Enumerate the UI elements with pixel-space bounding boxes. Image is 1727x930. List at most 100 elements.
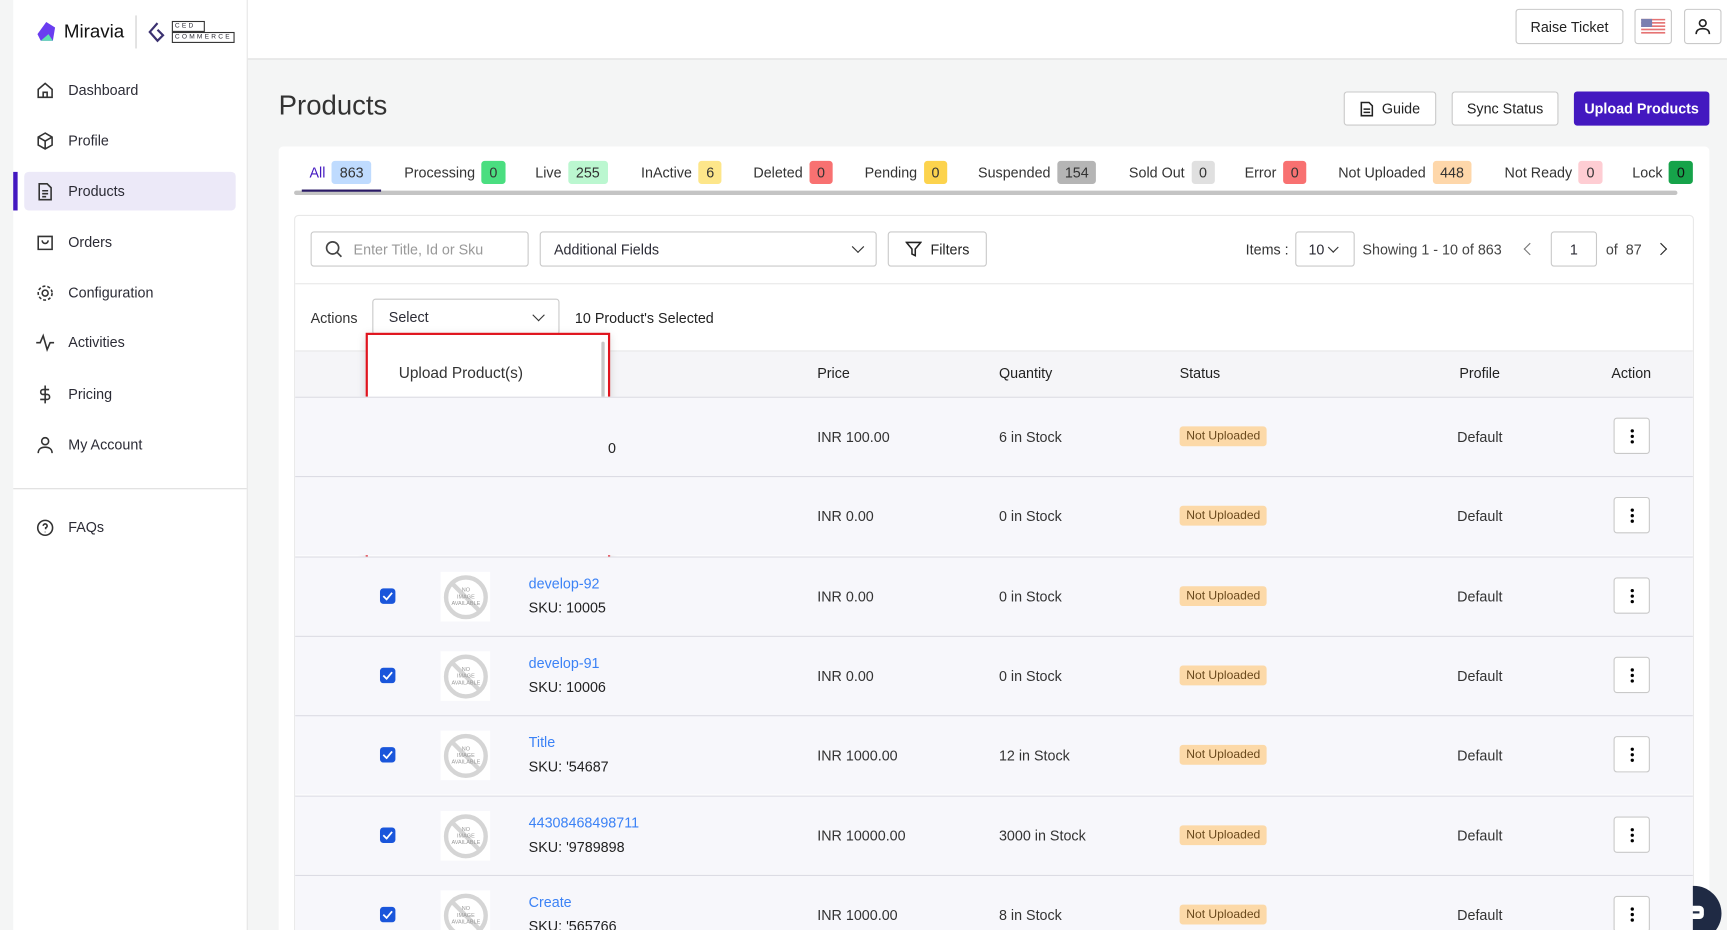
tab-count-badge: 6 (698, 160, 722, 185)
tab-all[interactable]: All 863 (309, 160, 372, 185)
actions-select[interactable]: Select (372, 298, 560, 335)
tab-label: Deleted (753, 164, 803, 181)
product-profile: Default (1457, 588, 1503, 605)
row-action-button[interactable] (1613, 577, 1650, 614)
active-tab-underline (301, 189, 382, 192)
svg-text:NO: NO (461, 667, 470, 673)
row-action-button[interactable] (1613, 496, 1650, 534)
row-action-button[interactable] (1613, 736, 1650, 773)
check-icon (382, 910, 393, 919)
status-badge: Not Uploaded (1179, 426, 1267, 447)
tab-live[interactable]: Live 255 (535, 160, 608, 185)
search-input[interactable]: Enter Title, Id or Sku (310, 231, 529, 267)
row-action-button[interactable] (1613, 417, 1650, 454)
dollar-icon (39, 385, 51, 403)
product-title-link[interactable]: develop-92 (529, 575, 600, 592)
document-icon (38, 182, 52, 200)
row-checkbox[interactable] (379, 747, 396, 763)
upload-products-button[interactable]: Upload Products (1573, 91, 1710, 126)
brand-name: Miravia (63, 20, 125, 42)
tab-lock[interactable]: Lock 0 (1632, 160, 1693, 185)
sidebar-item-products[interactable]: Products (24, 171, 236, 211)
more-vertical-icon (1630, 667, 1634, 683)
more-vertical-icon (1630, 747, 1634, 762)
account-button[interactable] (1684, 8, 1722, 45)
sidebar-item-pricing[interactable]: Pricing (24, 375, 235, 414)
tab-error[interactable]: Error 0 (1245, 160, 1307, 185)
header-price: Price (817, 364, 850, 382)
menu-item[interactable]: Upload Product(s) (399, 364, 523, 382)
tab-count-badge: 0 (1669, 160, 1693, 185)
svg-text:IMAGE: IMAGE (456, 673, 474, 679)
sidebar-item-label: Products (68, 182, 125, 200)
tab-not-ready[interactable]: Not Ready 0 (1504, 160, 1603, 185)
product-title-link[interactable]: develop-91 (529, 655, 600, 672)
product-price: INR 1000.00 (817, 906, 898, 924)
language-button[interactable] (1634, 8, 1672, 45)
tab-pending[interactable]: Pending 0 (865, 160, 948, 185)
product-sku: SKU: 10006 (528, 678, 606, 696)
tab-label: All (309, 164, 326, 181)
bag-icon (37, 235, 53, 250)
row-action-button[interactable] (1613, 895, 1650, 930)
sidebar-item-faqs[interactable]: FAQs (24, 508, 235, 547)
row-checkbox[interactable] (379, 588, 396, 604)
row-checkbox[interactable] (379, 827, 396, 843)
selected-count: 10 Product's Selected (574, 309, 714, 327)
sidebar-item-activities[interactable]: Activities (24, 323, 235, 362)
help-circle-icon (36, 519, 54, 536)
tab-not-uploaded[interactable]: Not Uploaded 448 (1338, 160, 1472, 185)
raise-ticket-button[interactable]: Raise Ticket (1515, 8, 1624, 45)
row-checkbox[interactable] (379, 906, 396, 923)
tab-processing[interactable]: Processing 0 (404, 160, 506, 185)
product-title-link[interactable]: Title (529, 734, 556, 751)
sidebar-item-label: Orders (68, 233, 113, 251)
tabs-scrollbar[interactable] (294, 190, 1678, 196)
guide-label: Guide (1381, 100, 1421, 117)
row-checkbox[interactable] (379, 667, 396, 684)
header-profile: Profile (1459, 364, 1500, 382)
product-price: INR 0.00 (817, 588, 874, 605)
tab-deleted[interactable]: Deleted 0 (753, 160, 833, 185)
status-badge: Not Uploaded (1179, 505, 1267, 526)
svg-text:AVAILABLE: AVAILABLE (451, 600, 480, 606)
sync-status-button[interactable]: Sync Status (1451, 91, 1559, 126)
tab-label: InActive (641, 164, 692, 181)
logo: Miravia CED COMMERCE (35, 15, 236, 49)
row-action-button[interactable] (1613, 656, 1650, 694)
sidebar-item-label: Configuration (68, 284, 154, 301)
tab-sold-out[interactable]: Sold Out 0 (1129, 160, 1215, 185)
product-title-link[interactable]: 44308468498711 (529, 814, 639, 831)
svg-text:NO: NO (461, 826, 470, 832)
home-icon (37, 81, 53, 98)
tab-inactive[interactable]: InActive 6 (641, 160, 722, 185)
sidebar-item-label: Profile (68, 132, 109, 149)
items-per-page-select[interactable]: 10 (1295, 231, 1355, 267)
product-sku: SKU: '565766 (528, 917, 617, 930)
page-input[interactable]: 1 (1550, 231, 1598, 267)
tab-label: Not Ready (1504, 164, 1573, 181)
svg-text:IMAGE: IMAGE (456, 833, 474, 839)
product-quantity: 3000 in Stock (998, 827, 1086, 845)
activity-icon (36, 332, 55, 352)
svg-text:NO: NO (461, 746, 470, 752)
more-vertical-icon (1630, 827, 1634, 842)
row-action-button[interactable] (1613, 816, 1650, 853)
tab-suspended[interactable]: Suspended 154 (978, 160, 1097, 185)
product-title-link[interactable]: Create (529, 894, 572, 911)
guide-button[interactable]: Guide (1343, 91, 1437, 126)
search-icon (325, 241, 343, 258)
sidebar-item-my-account[interactable]: My Account (24, 425, 235, 464)
filters-button[interactable]: Filters (887, 231, 987, 267)
more-vertical-icon (1630, 428, 1634, 443)
sidebar-item-configuration[interactable]: Configuration (24, 273, 235, 312)
sidebar-item-dashboard[interactable]: Dashboard (24, 71, 235, 110)
page-title: Products (278, 90, 388, 122)
additional-fields-dropdown[interactable]: Additional Fields (539, 231, 877, 267)
svg-text:NO: NO (461, 587, 470, 593)
user-icon (37, 436, 53, 453)
box-icon (37, 131, 53, 150)
sidebar-item-profile[interactable]: Profile (24, 121, 235, 160)
header-status: Status (1179, 364, 1221, 382)
sidebar-item-orders[interactable]: Orders (24, 223, 235, 262)
